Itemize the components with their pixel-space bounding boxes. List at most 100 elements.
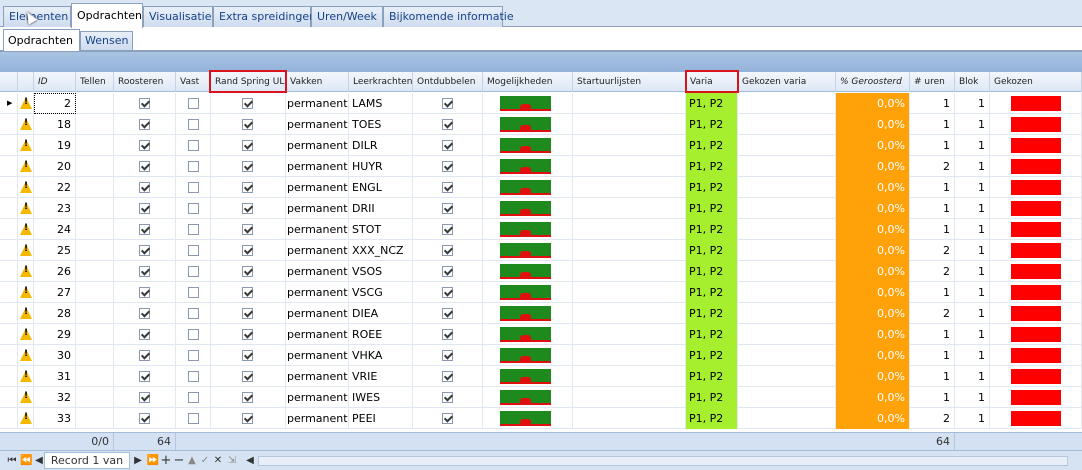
cell-geroosterd[interactable]: 0,0% (836, 366, 910, 387)
cell-vakken[interactable]: permanentie (286, 93, 349, 114)
cell-blok[interactable]: 1 (955, 198, 990, 219)
roosteren-checkbox[interactable] (139, 266, 150, 277)
cell-leerkracht[interactable]: VRIE (349, 366, 413, 387)
cell-tellen[interactable] (76, 345, 114, 366)
cell-geroosterd[interactable]: 0,0% (836, 408, 910, 429)
cell-vakken[interactable]: permanentie (286, 345, 349, 366)
cell-tellen[interactable] (76, 387, 114, 408)
cell-varia[interactable]: P1, P2 (686, 219, 738, 240)
cell-gvaria[interactable] (738, 198, 836, 219)
cell-leerkracht[interactable]: ROEE (349, 324, 413, 345)
cell-uren[interactable]: 2 (910, 408, 955, 429)
cell-tellen[interactable] (76, 324, 114, 345)
cell-roosteren[interactable] (114, 114, 176, 135)
cell-varia[interactable]: P1, P2 (686, 156, 738, 177)
rand-checkbox[interactable] (242, 119, 253, 130)
cell-blok[interactable]: 1 (955, 114, 990, 135)
cell-uren[interactable]: 1 (910, 324, 955, 345)
cell-gekozen[interactable] (990, 114, 1082, 135)
record-indicator[interactable]: Record 1 van 49 (44, 452, 130, 470)
cell-mog[interactable] (483, 177, 573, 198)
cell-uren[interactable]: 2 (910, 303, 955, 324)
cell-tellen[interactable] (76, 135, 114, 156)
cell-ontdubbelen[interactable] (413, 198, 483, 219)
cell-start[interactable] (573, 345, 686, 366)
roosteren-checkbox[interactable] (139, 203, 150, 214)
cell-uren[interactable]: 1 (910, 366, 955, 387)
add-record-icon[interactable]: + (160, 453, 172, 468)
cell-roosteren[interactable] (114, 282, 176, 303)
cell-start[interactable] (573, 177, 686, 198)
cell-geroosterd[interactable]: 0,0% (836, 345, 910, 366)
header-tellen[interactable]: Tellen (76, 72, 114, 92)
cell-vakken[interactable]: permanentie (286, 366, 349, 387)
cell-id[interactable]: 23 (34, 198, 76, 219)
roosteren-checkbox[interactable] (139, 371, 150, 382)
cell-gekozen[interactable] (990, 240, 1082, 261)
filter-record-icon[interactable]: ⇲ (226, 453, 238, 468)
cell-geroosterd[interactable]: 0,0% (836, 177, 910, 198)
roosteren-checkbox[interactable] (139, 350, 150, 361)
cell-mog[interactable] (483, 93, 573, 114)
cell-ontdubbelen[interactable] (413, 303, 483, 324)
cell-leerkracht[interactable]: DILR (349, 135, 413, 156)
cell-gekozen[interactable] (990, 135, 1082, 156)
cell-tellen[interactable] (76, 219, 114, 240)
ontdubbelen-checkbox[interactable] (442, 140, 453, 151)
cell-vast[interactable] (176, 387, 211, 408)
cell-geroosterd[interactable]: 0,0% (836, 93, 910, 114)
cell-gvaria[interactable] (738, 366, 836, 387)
cell-uren[interactable]: 1 (910, 345, 955, 366)
rand-checkbox[interactable] (242, 350, 253, 361)
cell-vakken[interactable]: permanentie (286, 114, 349, 135)
ontdubbelen-checkbox[interactable] (442, 119, 453, 130)
cell-rand[interactable] (211, 408, 286, 429)
cell-gekozen[interactable] (990, 93, 1082, 114)
header-roosteren[interactable]: Roosteren (114, 72, 176, 92)
cell-uren[interactable]: 1 (910, 93, 955, 114)
cell-geroosterd[interactable]: 0,0% (836, 303, 910, 324)
vast-checkbox[interactable] (188, 371, 199, 382)
cell-mog[interactable] (483, 135, 573, 156)
cell-id[interactable]: 2 (34, 93, 76, 114)
cell-rand[interactable] (211, 240, 286, 261)
table-row[interactable]: !26 permanentieVSOS P1, P2 0,0%21 (0, 261, 1082, 282)
cell-tellen[interactable] (76, 240, 114, 261)
cell-uren[interactable]: 1 (910, 114, 955, 135)
cell-gekozen[interactable] (990, 345, 1082, 366)
cell-varia[interactable]: P1, P2 (686, 387, 738, 408)
ontdubbelen-checkbox[interactable] (442, 98, 453, 109)
cell-vakken[interactable]: permanentie (286, 198, 349, 219)
cell-leerkracht[interactable]: VSCG (349, 282, 413, 303)
cell-mog[interactable] (483, 240, 573, 261)
cell-geroosterd[interactable]: 0,0% (836, 219, 910, 240)
cell-start[interactable] (573, 387, 686, 408)
cell-leerkracht[interactable]: IWES (349, 387, 413, 408)
cell-uren[interactable]: 1 (910, 219, 955, 240)
vast-checkbox[interactable] (188, 350, 199, 361)
cell-ontdubbelen[interactable] (413, 156, 483, 177)
table-row[interactable]: !20 permanentieHUYR P1, P2 0,0%21 (0, 156, 1082, 177)
cell-leerkracht[interactable]: DIEA (349, 303, 413, 324)
cell-vakken[interactable]: permanentie (286, 156, 349, 177)
cell-gekozen[interactable] (990, 177, 1082, 198)
cell-vast[interactable] (176, 156, 211, 177)
cell-rand[interactable] (211, 114, 286, 135)
cell-varia[interactable]: P1, P2 (686, 261, 738, 282)
cell-varia[interactable]: P1, P2 (686, 366, 738, 387)
first-record-icon[interactable]: ⏮ (6, 453, 18, 468)
table-row[interactable]: !23permanentieDRIIP1, P20,0%11 (0, 198, 1082, 219)
cell-gekozen[interactable] (990, 261, 1082, 282)
cell-uren[interactable]: 1 (910, 387, 955, 408)
ontdubbelen-checkbox[interactable] (442, 266, 453, 277)
cell-blok[interactable]: 1 (955, 135, 990, 156)
cell-ontdubbelen[interactable] (413, 408, 483, 429)
cell-varia[interactable]: P1, P2 (686, 135, 738, 156)
delete-record-icon[interactable]: − (173, 453, 185, 468)
cell-leerkracht[interactable]: STOT (349, 219, 413, 240)
ontdubbelen-checkbox[interactable] (442, 203, 453, 214)
cell-mog[interactable] (483, 114, 573, 135)
cell-varia[interactable]: P1, P2 (686, 177, 738, 198)
table-row[interactable]: !30permanentieVHKAP1, P20,0%11 (0, 345, 1082, 366)
cell-rand[interactable] (211, 156, 286, 177)
